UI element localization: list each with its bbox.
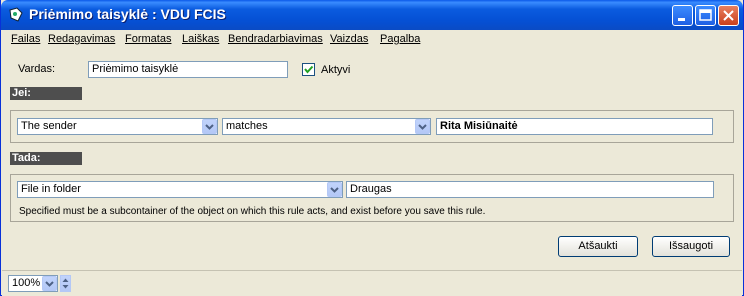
zoom-value: 100% (12, 277, 41, 289)
then-section-header: Tada: (10, 152, 82, 165)
chevron-down-icon (42, 276, 57, 291)
title-bar[interactable]: Priėmimo taisyklė : VDU FCIS (1, 0, 743, 30)
active-checkbox[interactable] (302, 63, 315, 76)
close-icon (723, 10, 734, 21)
menu-bar: Failas Redagavimas Formatas Laiškas Bend… (2, 30, 742, 50)
action-select[interactable]: File in folder (17, 181, 343, 198)
minimize-icon (678, 18, 685, 21)
maximize-icon (699, 9, 712, 21)
rule-name-input[interactable]: Priėmimo taisyklė (88, 61, 288, 78)
target-folder-input[interactable]: Draugas (346, 181, 714, 198)
menu-pagalba[interactable]: Pagalba (380, 33, 420, 45)
cancel-button[interactable]: Atšaukti (558, 236, 638, 257)
action-value: File in folder (21, 183, 81, 195)
condition-field-select[interactable]: The sender (17, 118, 218, 135)
condition-value-input[interactable]: Rita Misiūnaitė (436, 118, 713, 135)
name-label: Vardas: (18, 63, 56, 75)
condition-field-value: The sender (21, 120, 77, 132)
chevron-down-icon (327, 182, 342, 197)
action-hint-text: Specified must be a subcontainer of the … (19, 206, 486, 217)
menu-failas[interactable]: Failas (11, 33, 40, 45)
menu-laiskas[interactable]: Laiškas (182, 33, 219, 45)
save-button[interactable]: Išsaugoti (652, 236, 730, 257)
zoom-select[interactable]: 100% (8, 275, 58, 292)
menu-formatas[interactable]: Formatas (125, 33, 171, 45)
window-title: Priėmimo taisyklė : VDU FCIS (29, 6, 226, 22)
menu-vaizdas[interactable]: Vaizdas (330, 33, 368, 45)
menu-bendradarbiavimas[interactable]: Bendradarbiavimas (228, 33, 323, 45)
checkmark-icon (304, 65, 314, 74)
condition-operator-value: matches (226, 120, 268, 132)
if-section-header: Jei: (10, 87, 82, 100)
condition-operator-select[interactable]: matches (222, 118, 431, 135)
menu-redagavimas[interactable]: Redagavimas (48, 33, 115, 45)
rule-window: Priėmimo taisyklė : VDU FCIS Failas Reda… (0, 0, 744, 296)
close-button[interactable] (718, 5, 739, 26)
app-icon (8, 7, 24, 23)
zoom-spinner[interactable] (60, 275, 71, 292)
active-label: Aktyvi (321, 64, 351, 76)
status-bar: 100% (2, 270, 742, 296)
chevron-down-icon (415, 119, 430, 134)
minimize-button[interactable] (672, 5, 693, 26)
chevron-down-icon (202, 119, 217, 134)
spinner-arrows-icon (62, 278, 69, 289)
maximize-button[interactable] (695, 5, 716, 26)
